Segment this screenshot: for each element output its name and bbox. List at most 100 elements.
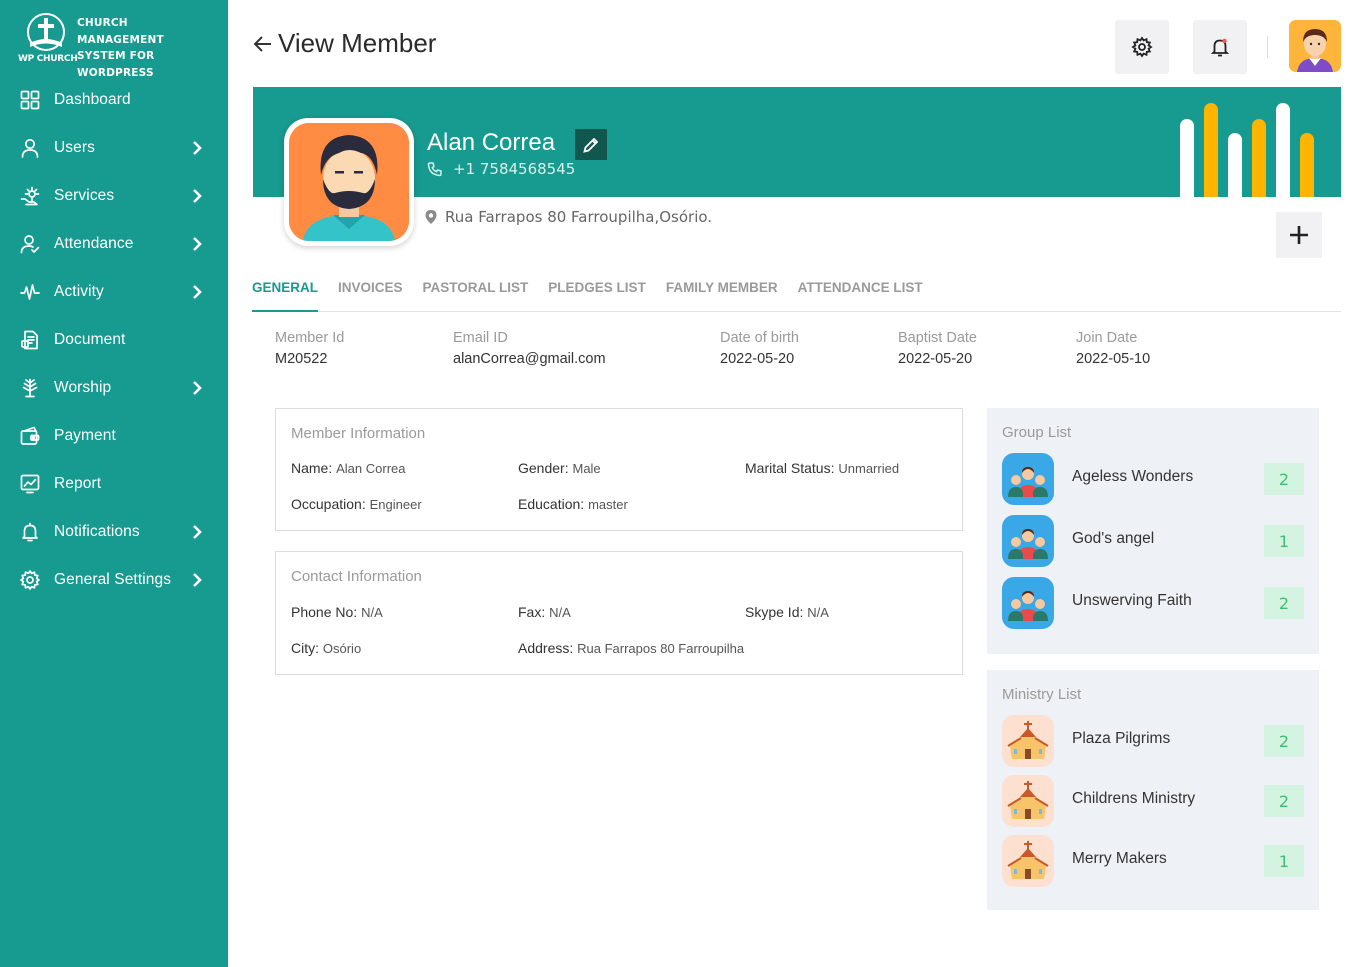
ministry-name: Plaza Pilgrims (1072, 730, 1171, 747)
plus-icon (1290, 226, 1308, 244)
sidebar-item-general-settings[interactable]: General Settings (0, 556, 228, 604)
decorative-bars (1180, 103, 1320, 197)
phone-field: Phone No: N/A (291, 604, 383, 620)
email-field: Email ID alanCorrea@gmail.com (453, 330, 606, 367)
join-date-field: Join Date 2022-05-10 (1076, 330, 1151, 367)
group-icon (1002, 453, 1054, 505)
worship-icon (20, 378, 40, 398)
church-icon (1002, 835, 1054, 887)
tab-attendance-list[interactable]: ATTENDANCE LIST (798, 279, 923, 312)
tab-pastoral-list[interactable]: PASTORAL LIST (423, 279, 529, 312)
avatar[interactable] (1289, 20, 1341, 72)
list-item[interactable]: Unswerving Faith 2 (1002, 577, 1304, 629)
group-list: Group List Ageless Wonders 2 God's angel… (987, 408, 1319, 654)
count-badge: 2 (1264, 587, 1304, 619)
document-icon (20, 330, 40, 350)
location-pin-icon (425, 210, 437, 224)
group-name: Unswerving Faith (1072, 592, 1192, 609)
tab-pledges-list[interactable]: PLEDGES LIST (548, 279, 646, 312)
count-badge: 1 (1264, 845, 1304, 877)
member-tabs: GENERAL INVOICES PASTORAL LIST PLEDGES L… (252, 279, 1341, 312)
sidebar-item-document[interactable]: Document (0, 316, 228, 364)
member-phone: +1 7584568545 (427, 160, 575, 178)
tab-invoices[interactable]: INVOICES (338, 279, 403, 312)
group-icon (1002, 515, 1054, 567)
count-badge: 2 (1264, 725, 1304, 757)
member-name: Alan Correa (427, 129, 556, 156)
brand-title: CHURCH MANAGEMENT SYSTEM FOR WORDPRESS (77, 17, 164, 79)
report-icon (20, 474, 40, 494)
sidebar-item-report[interactable]: Report (0, 460, 228, 508)
sidebar-item-users[interactable]: Users (0, 124, 228, 172)
sidebar-item-label: Document (54, 331, 126, 348)
edit-member-button[interactable] (575, 129, 607, 160)
gear-icon (1131, 36, 1153, 58)
chevron-right-icon (190, 524, 204, 540)
gear-icon (20, 570, 40, 590)
name-field: Name: Alan Correa (291, 460, 406, 476)
count-badge: 2 (1264, 463, 1304, 495)
bell-icon (1210, 38, 1230, 57)
list-item[interactable]: God's angel 1 (1002, 515, 1304, 567)
sidebar-item-dashboard[interactable]: Dashboard (0, 76, 228, 124)
group-list-title: Group List (1002, 424, 1072, 441)
sidebar-item-worship[interactable]: Worship (0, 364, 228, 412)
contact-information-panel: Contact Information Phone No: N/A Fax: N… (275, 551, 963, 675)
brand[interactable]: WP CHURCH CHURCH MANAGEMENT SYSTEM FOR W… (18, 13, 218, 79)
count-badge: 2 (1264, 785, 1304, 817)
settings-button[interactable] (1115, 20, 1169, 74)
tab-general[interactable]: GENERAL (252, 279, 319, 312)
tab-family-member[interactable]: FAMILY MEMBER (666, 279, 778, 312)
ministry-list-title: Ministry List (1002, 686, 1082, 703)
sidebar: WP CHURCH CHURCH MANAGEMENT SYSTEM FOR W… (0, 0, 228, 967)
list-item[interactable]: Merry Makers 1 (1002, 835, 1304, 887)
church-icon (1002, 775, 1054, 827)
group-name: God's angel (1072, 530, 1155, 547)
sidebar-item-label: Payment (54, 427, 116, 444)
sidebar-nav: Dashboard Users Services Attendance Acti… (0, 76, 228, 604)
page-title: View Member (278, 28, 437, 58)
member-id-field: Member Id M20522 (275, 330, 345, 367)
chevron-right-icon (190, 380, 204, 396)
baptist-date-field: Baptist Date 2022-05-20 (898, 330, 977, 367)
sidebar-item-notifications[interactable]: Notifications (0, 508, 228, 556)
chevron-right-icon (190, 236, 204, 252)
church-logo-icon: WP CHURCH (18, 13, 78, 65)
dashboard-icon (20, 90, 40, 110)
notifications-button[interactable] (1193, 20, 1247, 74)
payment-icon (20, 426, 40, 446)
chevron-right-icon (190, 284, 204, 300)
chevron-right-icon (190, 572, 204, 588)
sidebar-item-attendance[interactable]: Attendance (0, 220, 228, 268)
count-badge: 1 (1264, 525, 1304, 557)
skype-field: Skype Id: N/A (745, 604, 829, 620)
sidebar-item-label: Users (54, 139, 95, 156)
add-button[interactable] (1276, 212, 1322, 258)
city-field: City: Osório (291, 640, 362, 656)
page-header: View Member (252, 28, 436, 59)
member-address: Rua Farrapos 80 Farroupilha,Osório. (425, 208, 712, 226)
sidebar-item-label: Report (54, 475, 102, 492)
sidebar-item-payment[interactable]: Payment (0, 412, 228, 460)
sidebar-item-label: Notifications (54, 523, 140, 540)
marital-status-field: Marital Status: Unmarried (745, 460, 900, 476)
member-photo (284, 118, 414, 246)
list-item[interactable]: Plaza Pilgrims 2 (1002, 715, 1304, 767)
panel-title: Contact Information (291, 568, 422, 585)
education-field: Education: master (518, 496, 628, 512)
group-icon (1002, 577, 1054, 629)
list-item[interactable]: Childrens Ministry 2 (1002, 775, 1304, 827)
occupation-field: Occupation: Engineer (291, 496, 422, 512)
profile-banner (253, 87, 1341, 197)
back-arrow-icon[interactable] (252, 33, 274, 55)
member-address-value: Rua Farrapos 80 Farroupilha,Osório. (445, 208, 713, 226)
ministry-name: Merry Makers (1072, 850, 1167, 867)
ministry-list: Ministry List Plaza Pilgrims 2 Childrens… (987, 670, 1319, 910)
list-item[interactable]: Ageless Wonders 2 (1002, 453, 1304, 505)
member-information-panel: Member Information Name: Alan Correa Gen… (275, 408, 963, 531)
date-of-birth-field: Date of birth 2022-05-20 (720, 330, 799, 367)
sidebar-item-activity[interactable]: Activity (0, 268, 228, 316)
sidebar-item-services[interactable]: Services (0, 172, 228, 220)
gender-field: Gender: Male (518, 460, 601, 476)
user-icon (20, 138, 40, 158)
